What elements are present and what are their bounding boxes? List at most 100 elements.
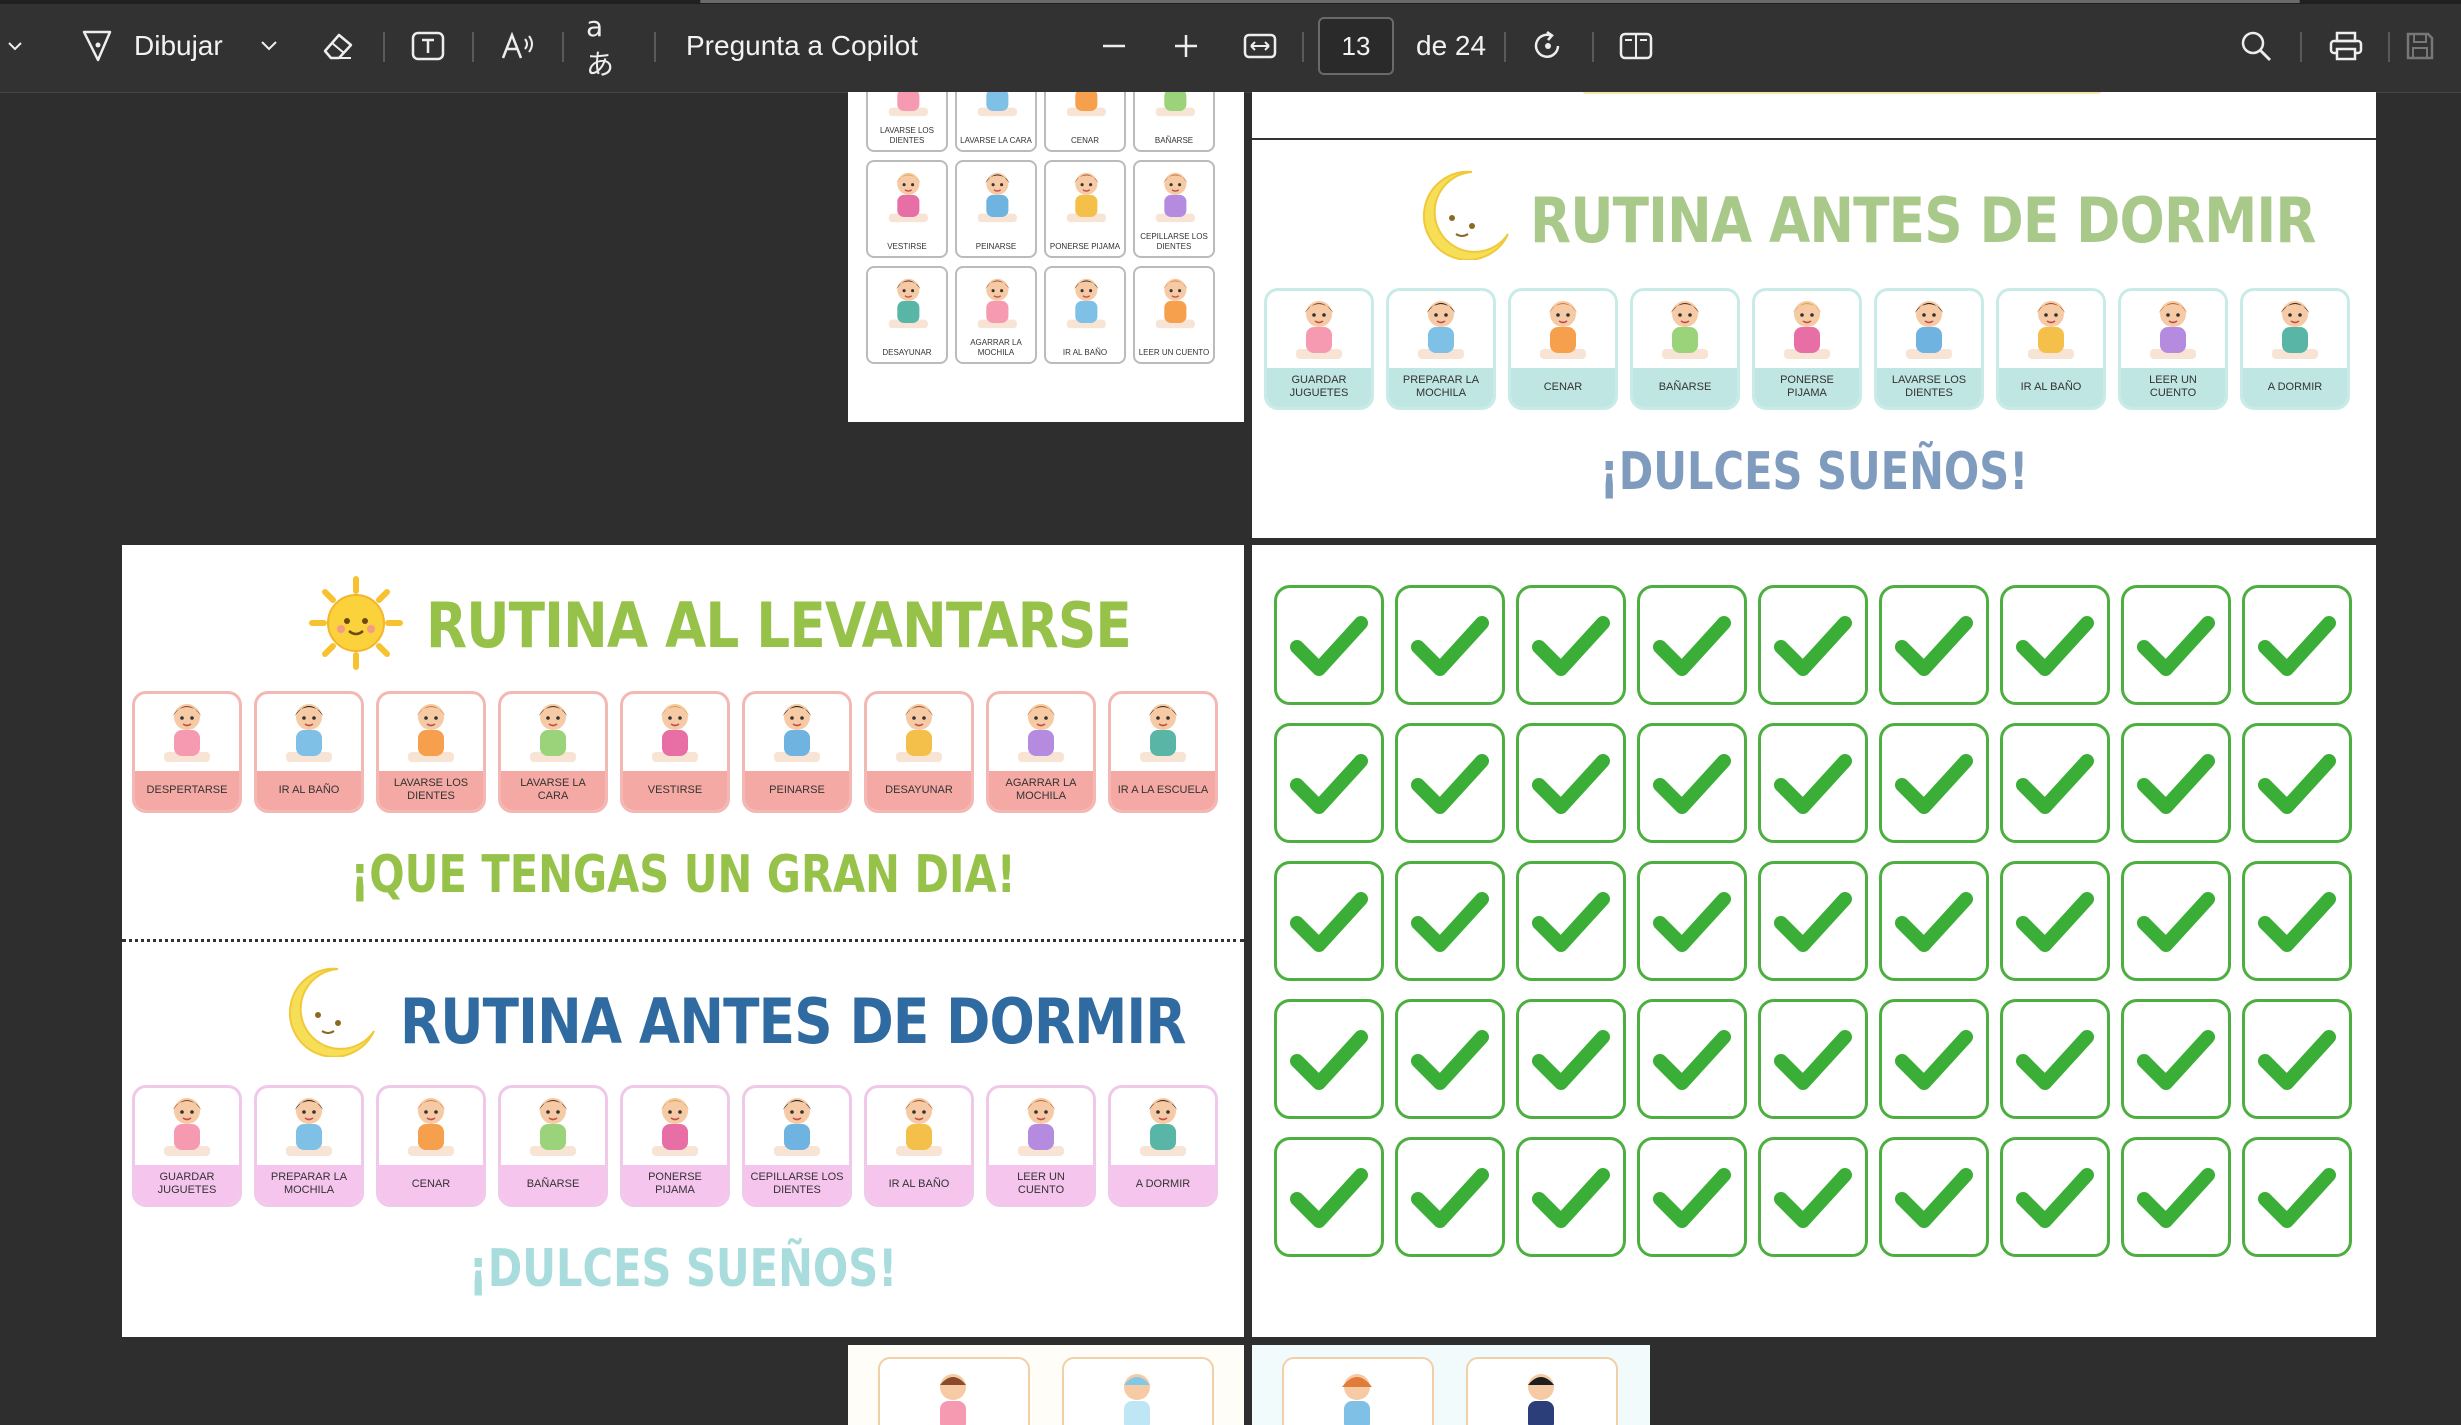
checkmark-icon: [2258, 1168, 2336, 1228]
child-illustration: [623, 694, 727, 771]
checkbox-card: [2242, 585, 2352, 705]
search-icon[interactable]: [2236, 0, 2276, 92]
card-caption: LEER UN CUENTO: [2121, 367, 2225, 407]
page-total-label: de 24: [1416, 30, 1487, 61]
checkmark-icon: [1532, 754, 1610, 814]
child-illustration: [882, 166, 935, 231]
chevron-left-icon[interactable]: [0, 0, 30, 92]
card-caption: PREPARAR LA MOCHILA: [1389, 367, 1493, 407]
checkmark-icon: [1532, 1030, 1610, 1090]
routine-card: IR A LA ESCUELA: [1108, 691, 1218, 813]
draw-button[interactable]: Dibujar: [134, 0, 254, 92]
checkbox-card: [2121, 1137, 2231, 1257]
page-number-input[interactable]: [1318, 17, 1394, 75]
card-caption: LAVARSE LOS DIENTES: [880, 126, 934, 145]
morning-slogan: ¡QUE TENGAS UN GRAN DIA!: [350, 845, 1016, 905]
checkbox-card: [2000, 861, 2110, 981]
card-caption: BAÑARSE: [501, 1164, 605, 1204]
child-illustration: [257, 1088, 361, 1165]
child-illustration: [1999, 291, 2103, 368]
routine-card: IR AL BAÑO: [1996, 288, 2106, 410]
checkbox-card: [2000, 999, 2110, 1119]
checkbox-card: [1516, 1137, 1626, 1257]
separator: [383, 32, 385, 62]
routine-card: VESTIRSE: [620, 691, 730, 813]
checkbox-card: [2121, 585, 2231, 705]
sun-icon: [308, 575, 404, 676]
zoom-in-icon[interactable]: [1168, 0, 1204, 92]
card-caption: LAVARSE LOS DIENTES: [1877, 367, 1981, 407]
child-illustration: [379, 694, 483, 771]
child-illustration: [1149, 166, 1202, 231]
routine-card: PONERSE PIJAMA: [1044, 160, 1126, 258]
copilot-label: Pregunta a Copilot: [686, 30, 918, 61]
routine-card: A DORMIR: [2240, 288, 2350, 410]
checkbox-card: [1637, 999, 1747, 1119]
cut-line: [122, 939, 1244, 942]
separator: [562, 32, 564, 62]
copilot-button[interactable]: Pregunta a Copilot: [686, 0, 926, 92]
print-icon[interactable]: [2326, 0, 2366, 92]
checkbox-card: [2121, 861, 2231, 981]
zoom-out-icon[interactable]: [1096, 0, 1132, 92]
checkbox-card: [1637, 723, 1747, 843]
child-illustration: [135, 694, 239, 771]
checkmark-icon: [1774, 892, 1852, 952]
two-page-view-icon[interactable]: [1616, 0, 1656, 92]
card-partial: [1466, 1357, 1618, 1425]
routine-card: LEER UN CUENTO: [2118, 288, 2228, 410]
child-illustration: [1755, 291, 1859, 368]
checkmark-icon: [1411, 616, 1489, 676]
pdf-page-bottom-left: [848, 1345, 1244, 1425]
pdf-page-main-right: [1252, 545, 2376, 1337]
checkmark-icon: [1532, 616, 1610, 676]
moon-icon: [278, 961, 378, 1062]
routine-card: IR AL BAÑO: [254, 691, 364, 813]
checkmark-icon: [1411, 754, 1489, 814]
text-box-icon[interactable]: [408, 0, 448, 92]
card-caption: BAÑARSE: [1633, 367, 1737, 407]
child-illustration: [745, 1088, 849, 1165]
checkmark-icon: [1290, 1168, 1368, 1228]
card-caption: LAVARSE LA CARA: [501, 770, 605, 810]
read-aloud-icon[interactable]: [498, 0, 538, 92]
child-illustration: [1633, 291, 1737, 368]
card-caption: IR AL BAÑO: [1999, 367, 2103, 407]
child-illustration: [882, 92, 935, 125]
checkbox-card: [1758, 1137, 1868, 1257]
routine-card: PEINARSE: [742, 691, 852, 813]
child-illustration: [867, 694, 971, 771]
card-caption: PONERSE PIJAMA: [623, 1164, 727, 1204]
card-caption: DESAYUNAR: [867, 770, 971, 810]
checkbox-card: [2121, 999, 2231, 1119]
draw-pen-icon[interactable]: [74, 0, 120, 92]
routine-card: GUARDAR JUGUETES: [1264, 288, 1374, 410]
fit-width-icon[interactable]: [1240, 0, 1280, 92]
routine-card: AGARRAR LA MOCHILA: [986, 691, 1096, 813]
toolbar: Dibujar aあ Pregunta a Copilot de 24: [0, 0, 2461, 93]
routine-card: BAÑARSE: [1133, 92, 1215, 152]
check-grid: [1274, 585, 2352, 1257]
separator: [1302, 32, 1304, 62]
translate-icon[interactable]: aあ: [586, 0, 630, 92]
rotate-icon[interactable]: [1528, 0, 1568, 92]
routine-card-grid: LAVARSE LOS DIENTES LAVARSE LA CARA CENA…: [866, 92, 1215, 364]
routine-card: PREPARAR LA MOCHILA: [254, 1085, 364, 1207]
routine-card: DESAYUNAR: [864, 691, 974, 813]
pdf-page-top-right: RUTINA ANTES DE DORMIR GUARDAR JUGUETES …: [1252, 92, 2376, 538]
pdf-page-main-left: RUTINA AL LEVANTARSE DESPERTARSE IR AL B…: [122, 545, 1244, 1337]
save-icon[interactable]: [2400, 0, 2440, 92]
child-illustration: [971, 166, 1024, 231]
checkmark-icon: [1532, 892, 1610, 952]
child-illustration: [1149, 92, 1202, 125]
eraser-icon[interactable]: [318, 0, 358, 92]
separator: [654, 32, 656, 62]
routine-card: CEPILLARSE LOS DIENTES: [742, 1085, 852, 1207]
chevron-down-icon[interactable]: [254, 0, 284, 92]
routine-card: BAÑARSE: [1630, 288, 1740, 410]
checkbox-card: [2242, 723, 2352, 843]
child-illustration: [1511, 291, 1615, 368]
routine-cards: GUARDAR JUGUETES PREPARAR LA MOCHILA CEN…: [1264, 288, 2350, 410]
checkmark-icon: [2137, 892, 2215, 952]
routine-card: DESPERTARSE: [132, 691, 242, 813]
